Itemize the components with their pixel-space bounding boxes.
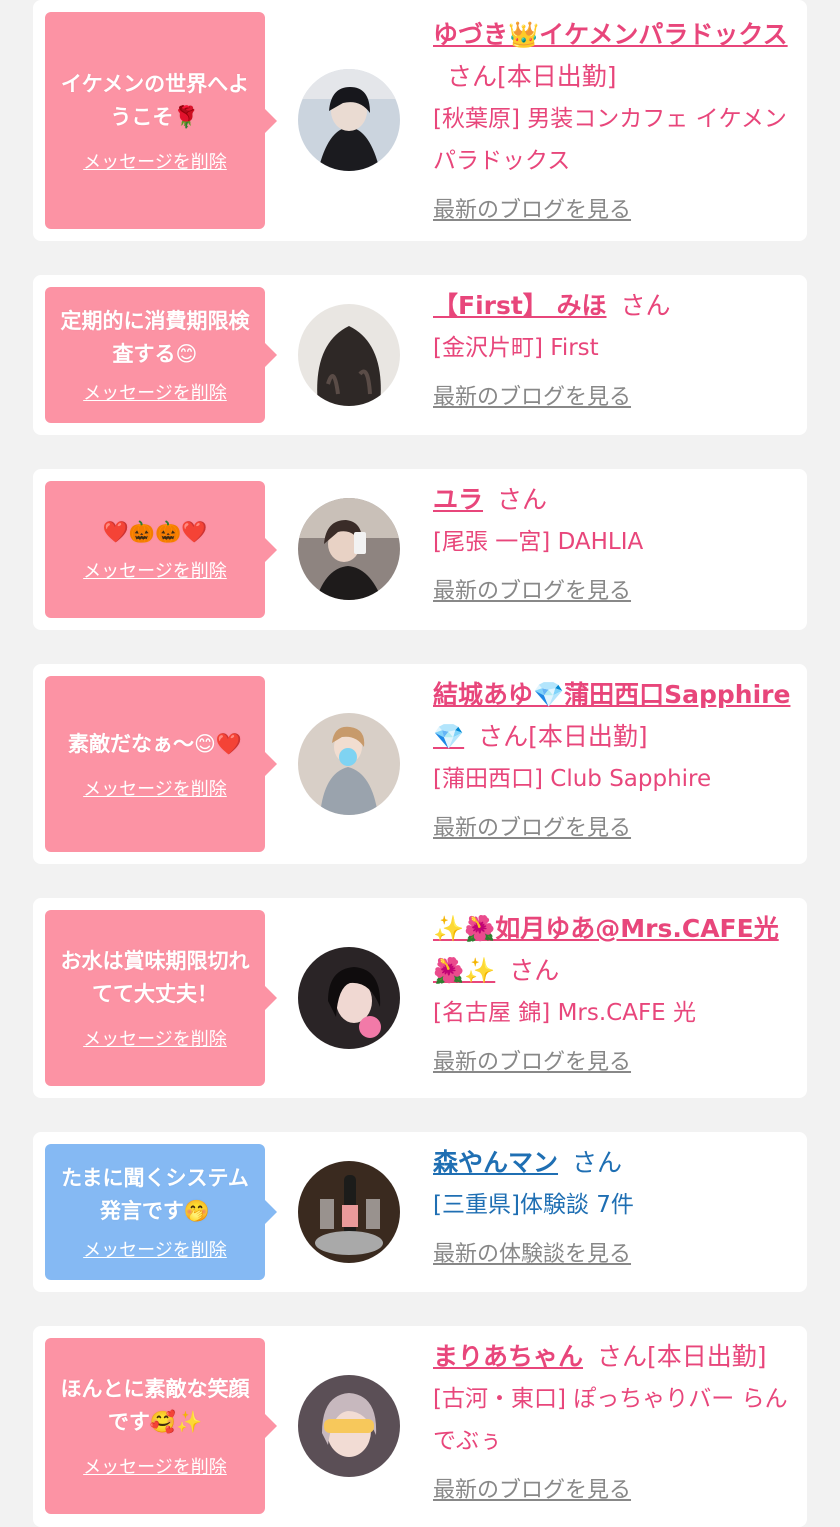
avatar[interactable] [298,713,400,815]
avatar[interactable] [298,69,400,171]
shop-name[interactable]: [尾張 一宮] DAHLIA [433,521,793,563]
cast-info: ユラ さん [尾張 一宮] DAHLIA 最新のブログを見る [433,479,793,605]
delete-message-link[interactable]: メッセージを削除 [83,379,227,405]
avatar[interactable] [298,498,400,600]
favorite-card: 素敵だなぁ～😊❤️ メッセージを削除 結城あゆ💎蒲田西口Sapphire💎 さん[… [33,664,807,864]
cast-name-link[interactable]: ゆづき👑イケメンパラドックス [433,20,788,49]
message-text: たまに聞くシステム発言です🤭 [61,1166,249,1223]
message-bubble: お水は賞味期限切れてて大丈夫！ メッセージを削除 [45,910,277,1086]
favorite-card: お水は賞味期限切れてて大丈夫！ メッセージを削除 ✨🌺如月ゆあ@Mrs.CAFE… [33,898,807,1098]
delete-message-link[interactable]: メッセージを削除 [83,557,227,583]
avatar[interactable] [298,1375,400,1477]
latest-blog-link[interactable]: 最新のブログを見る [433,1044,793,1076]
cast-name-link[interactable]: ユラ [433,485,483,514]
cast-info: まりあちゃん さん[本日出勤] [古河・東口] ぽっちゃりバー らんでぶぅ 最新の… [433,1336,793,1504]
shop-name[interactable]: [金沢片町] First [433,327,793,369]
cast-info: ゆづき👑イケメンパラドックスさん[本日出勤] [秋葉原] 男装コンカフェ イケメ… [433,14,793,224]
message-text: お水は賞味期限切れてて大丈夫！ [60,949,250,1006]
review-count[interactable]: [三重県]体験談 7件 [433,1184,793,1226]
latest-blog-link[interactable]: 最新のブログを見る [433,810,793,842]
cast-info: 結城あゆ💎蒲田西口Sapphire💎 さん[本日出勤] [蒲田西口] Club S… [433,674,793,842]
message-text: イケメンの世界へようこそ🌹 [60,71,250,129]
cast-name-link[interactable]: 【First】 みほ [433,291,607,320]
latest-blog-link[interactable]: 最新のブログを見る [433,192,793,224]
favorite-card: ❤️🎃🎃❤️ メッセージを削除 ユラ さん [尾張 一宮] DAHLIA 最新のブ… [33,469,807,630]
cast-info: 森やんマン さん [三重県]体験談 7件 最新の体験談を見る [433,1142,793,1268]
avatar[interactable] [298,947,400,1049]
cast-suffix: さん [620,291,671,320]
shop-name[interactable]: [名古屋 錦] Mrs.CAFE 光 [433,992,793,1034]
shop-name[interactable]: [秋葉原] 男装コンカフェ イケメンパラドックス [433,98,793,182]
avatar[interactable] [298,304,400,406]
user-name-link[interactable]: 森やんマン [433,1148,558,1177]
message-text: ほんとに素敵な笑顔です🥰✨ [60,1377,250,1434]
cast-suffix: さん[本日出勤] [478,722,648,751]
message-bubble: ❤️🎃🎃❤️ メッセージを削除 [45,481,277,618]
delete-message-link[interactable]: メッセージを削除 [83,775,227,801]
message-bubble: ほんとに素敵な笑顔です🥰✨ メッセージを削除 [45,1338,277,1514]
favorite-card: イケメンの世界へようこそ🌹 メッセージを削除 ゆづき👑イケメンパラドックスさん[… [33,0,807,241]
cast-name-link[interactable]: まりあちゃん [433,1342,583,1371]
delete-message-link[interactable]: メッセージを削除 [83,1025,227,1051]
message-text: 素敵だなぁ～😊❤️ [67,731,243,756]
favorite-card: 定期的に消費期限検査する😊 メッセージを削除 【First】 みほ さん [金沢片… [33,275,807,435]
delete-message-link[interactable]: メッセージを削除 [83,148,227,174]
shop-name[interactable]: [蒲田西口] Club Sapphire [433,758,793,800]
user-suffix: さん [572,1148,623,1177]
message-text: 定期的に消費期限検査する😊 [60,309,250,366]
delete-message-link[interactable]: メッセージを削除 [83,1236,227,1262]
latest-blog-link[interactable]: 最新のブログを見る [433,379,793,411]
message-bubble: 素敵だなぁ～😊❤️ メッセージを削除 [45,676,277,852]
message-bubble: イケメンの世界へようこそ🌹 メッセージを削除 [45,12,277,229]
message-bubble: たまに聞くシステム発言です🤭 メッセージを削除 [45,1144,277,1280]
cast-name-link[interactable]: ✨🌺如月ゆあ@Mrs.CAFE光🌺✨ [433,914,779,985]
latest-review-link[interactable]: 最新の体験談を見る [433,1236,793,1268]
latest-blog-link[interactable]: 最新のブログを見る [433,1472,793,1504]
favorite-card: ほんとに素敵な笑顔です🥰✨ メッセージを削除 まりあちゃん さん[本日出勤] [古… [33,1326,807,1527]
shop-name[interactable]: [古河・東口] ぽっちゃりバー らんでぶぅ [433,1378,793,1462]
delete-message-link[interactable]: メッセージを削除 [83,1453,227,1479]
favorite-card: たまに聞くシステム発言です🤭 メッセージを削除 森やんマン さん [三重県]体験談… [33,1132,807,1292]
cast-info: 【First】 みほ さん [金沢片町] First 最新のブログを見る [433,285,793,411]
cast-info: ✨🌺如月ゆあ@Mrs.CAFE光🌺✨ さん [名古屋 錦] Mrs.CAFE 光 … [433,908,793,1076]
avatar[interactable] [298,1161,400,1263]
cast-suffix: さん [509,956,560,985]
latest-blog-link[interactable]: 最新のブログを見る [433,573,793,605]
cast-suffix: さん [497,485,548,514]
message-text: ❤️🎃🎃❤️ [102,520,208,544]
cast-suffix: さん[本日出勤] [447,62,617,91]
message-bubble: 定期的に消費期限検査する😊 メッセージを削除 [45,287,277,423]
cast-suffix: さん[本日出勤] [597,1342,767,1371]
